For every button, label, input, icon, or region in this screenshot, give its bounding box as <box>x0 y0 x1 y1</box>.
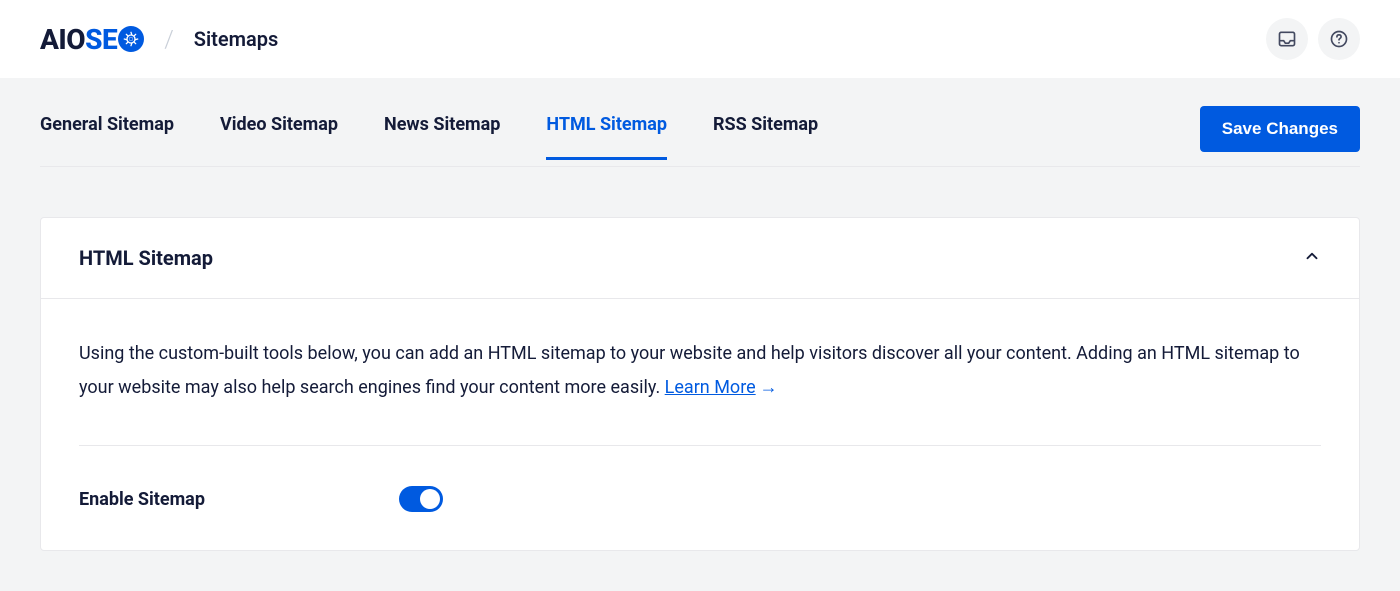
card-description: Using the custom-built tools below, you … <box>79 337 1321 405</box>
card-header[interactable]: HTML Sitemap <box>41 218 1359 299</box>
tabs-row: General Sitemap Video Sitemap News Sitem… <box>40 78 1360 167</box>
logo-text-suffix: SE <box>85 23 117 56</box>
tab-html-sitemap[interactable]: HTML Sitemap <box>546 114 667 160</box>
help-icon <box>1329 29 1349 49</box>
chevron-up-icon <box>1303 247 1321 269</box>
help-button[interactable] <box>1318 18 1360 60</box>
arrow-right-icon: → <box>760 377 778 398</box>
header-actions <box>1266 18 1360 60</box>
card-body: Using the custom-built tools below, you … <box>41 299 1359 550</box>
tab-general-sitemap[interactable]: General Sitemap <box>40 114 174 160</box>
brand-logo[interactable]: AIOSE <box>40 23 144 56</box>
tab-rss-sitemap[interactable]: RSS Sitemap <box>713 114 818 160</box>
enable-sitemap-toggle[interactable] <box>399 486 443 512</box>
logo-text-prefix: AIO <box>40 23 85 56</box>
tab-news-sitemap[interactable]: News Sitemap <box>384 114 500 160</box>
breadcrumb-divider: / <box>164 25 174 53</box>
tabs: General Sitemap Video Sitemap News Sitem… <box>40 114 818 159</box>
page-title: Sitemaps <box>194 27 279 51</box>
tab-video-sitemap[interactable]: Video Sitemap <box>220 114 338 160</box>
toggle-knob <box>420 489 440 509</box>
gear-icon <box>118 26 144 52</box>
header-left: AIOSE / Sitemaps <box>40 23 278 56</box>
inbox-icon <box>1277 29 1297 49</box>
app-header: AIOSE / Sitemaps <box>0 0 1400 78</box>
inbox-button[interactable] <box>1266 18 1308 60</box>
learn-more-link[interactable]: Learn More <box>665 377 756 398</box>
settings-card: HTML Sitemap Using the custom-built tool… <box>40 217 1360 551</box>
content-wrapper: General Sitemap Video Sitemap News Sitem… <box>0 78 1400 591</box>
save-changes-button[interactable]: Save Changes <box>1200 106 1360 152</box>
enable-sitemap-label: Enable Sitemap <box>79 489 399 510</box>
card-title: HTML Sitemap <box>79 246 213 270</box>
enable-sitemap-row: Enable Sitemap <box>79 445 1321 512</box>
